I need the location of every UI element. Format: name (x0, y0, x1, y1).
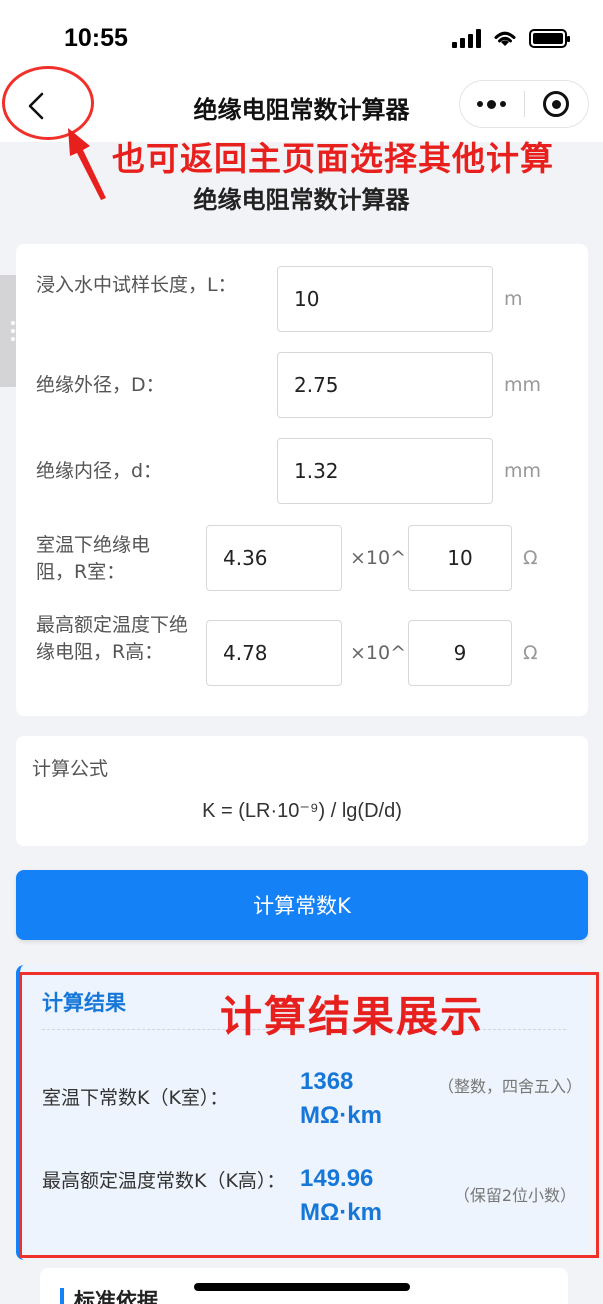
room-constant-label: 室温下常数K（K室）： (42, 1087, 229, 1109)
more-button[interactable] (460, 81, 524, 127)
outer-diameter-input[interactable]: 2.75 (277, 352, 493, 418)
inner-diameter-label: 绝缘内径，d： (36, 460, 163, 482)
room-constant-unit: MΩ·km (300, 1102, 382, 1129)
room-constant-value: 1368 (300, 1068, 354, 1095)
inner-diameter-input[interactable]: 1.32 (277, 438, 493, 504)
max-temp-resistance-label: 最高额定温度下绝缘电阻，R高： (36, 614, 189, 663)
length-input[interactable]: 10 (277, 266, 493, 332)
room-resistance-mantissa-input[interactable]: 4.36 (206, 525, 342, 591)
status-icons (452, 28, 570, 48)
max-temp-resistance-unit: Ω (523, 642, 538, 664)
length-unit: m (504, 288, 523, 310)
standard-title: 标准依据 (60, 1288, 158, 1304)
max-temp-constant-label: 最高额定温度常数K（K高）： (42, 1170, 286, 1192)
cellular-signal-icon (452, 28, 481, 48)
room-resistance-exponent-input[interactable]: 10 (408, 525, 512, 591)
room-resistance-label: 室温下绝缘电阻，R室： (36, 534, 151, 583)
calculate-button[interactable]: 计算常数K (16, 870, 588, 940)
mini-program-capsule (459, 80, 589, 128)
outer-diameter-label: 绝缘外径，D： (36, 374, 165, 396)
inner-diameter-unit: mm (504, 460, 542, 482)
max-temp-resistance-mantissa-input[interactable]: 4.78 (206, 620, 342, 686)
status-time: 10:55 (64, 24, 128, 52)
formula-label: 计算公式 (32, 758, 109, 780)
input-form-card: 浸入水中试样长度，L： 10 m 绝缘外径，D： 2.75 mm 绝缘内径，d：… (16, 244, 588, 716)
room-resistance-unit: Ω (523, 547, 538, 569)
page-title: 绝缘电阻常数计算器 (193, 186, 410, 214)
max-temp-constant-value: 149.96 (300, 1165, 374, 1192)
annotation-back-hint: 也可返回主页面选择其他计算 (112, 139, 554, 178)
room-constant-note: （整数，四舍五入） (438, 1077, 583, 1096)
more-icon (477, 99, 507, 109)
max-temp-resistance-exponent-input[interactable]: 9 (408, 620, 512, 686)
formula-text: K = (LR·10⁻⁹) / lg(D/d) (202, 800, 402, 822)
close-button[interactable] (525, 81, 589, 127)
battery-icon (529, 28, 570, 48)
result-title: 计算结果 (42, 991, 126, 1015)
max-temp-resistance-multiplier: ×10^ (350, 642, 407, 664)
formula-card: 计算公式 K = (LR·10⁻⁹) / lg(D/d) (16, 736, 588, 846)
outer-diameter-unit: mm (504, 374, 542, 396)
max-temp-constant-note: （保留2位小数） (453, 1186, 576, 1205)
max-temp-constant-unit: MΩ·km (300, 1199, 382, 1226)
status-bar: 10:55 (0, 0, 603, 80)
home-indicator (194, 1283, 410, 1291)
close-target-icon (543, 91, 570, 117)
room-resistance-multiplier: ×10^ (350, 547, 407, 569)
annotation-result-hint: 计算结果展示 (220, 992, 485, 1041)
wifi-icon (494, 31, 516, 46)
length-label: 浸入水中试样长度，L： (36, 274, 237, 296)
